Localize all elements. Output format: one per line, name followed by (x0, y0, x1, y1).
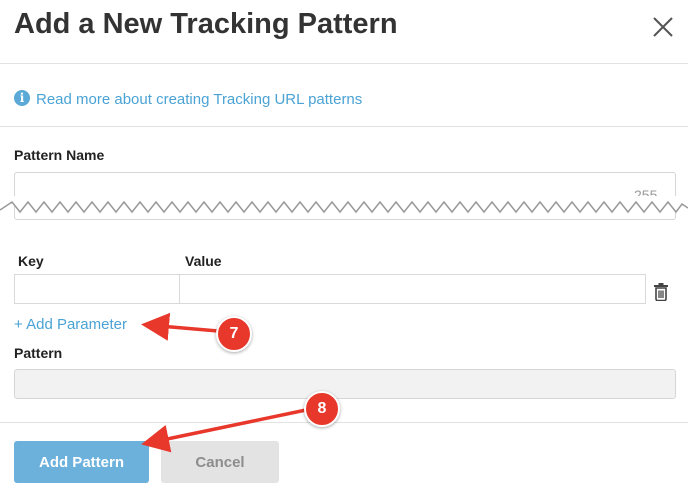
annotation-arrows (141, 312, 307, 453)
column-header-key: Key (18, 253, 44, 269)
column-header-value: Value (185, 253, 222, 269)
pattern-name-label: Pattern Name (14, 147, 105, 163)
delete-parameter-button[interactable] (653, 283, 669, 302)
annotation-arrow-8 (141, 408, 307, 453)
annotation-step-8: 8 (304, 391, 340, 427)
annotation-step-7: 7 (216, 316, 252, 352)
close-button[interactable] (650, 14, 676, 40)
parameter-key-input[interactable] (14, 274, 180, 304)
trash-icon (654, 283, 668, 302)
dialog-title: Add a New Tracking Pattern (14, 8, 398, 40)
pattern-label: Pattern (14, 345, 63, 361)
parameter-value-input[interactable] (179, 274, 646, 304)
info-icon: i (14, 90, 30, 106)
cancel-button[interactable]: Cancel (161, 441, 279, 483)
add-parameter-link[interactable]: + Add Parameter (14, 316, 127, 333)
torn-edge-divider (0, 196, 688, 246)
close-icon (653, 17, 673, 37)
header-divider (0, 63, 688, 64)
footer-divider (0, 422, 688, 423)
add-pattern-button[interactable]: Add Pattern (14, 441, 149, 483)
pattern-input[interactable] (14, 369, 676, 399)
info-divider (0, 126, 688, 127)
annotation-arrow-7 (141, 312, 219, 341)
tracking-patterns-help-link[interactable]: Read more about creating Tracking URL pa… (36, 91, 362, 108)
